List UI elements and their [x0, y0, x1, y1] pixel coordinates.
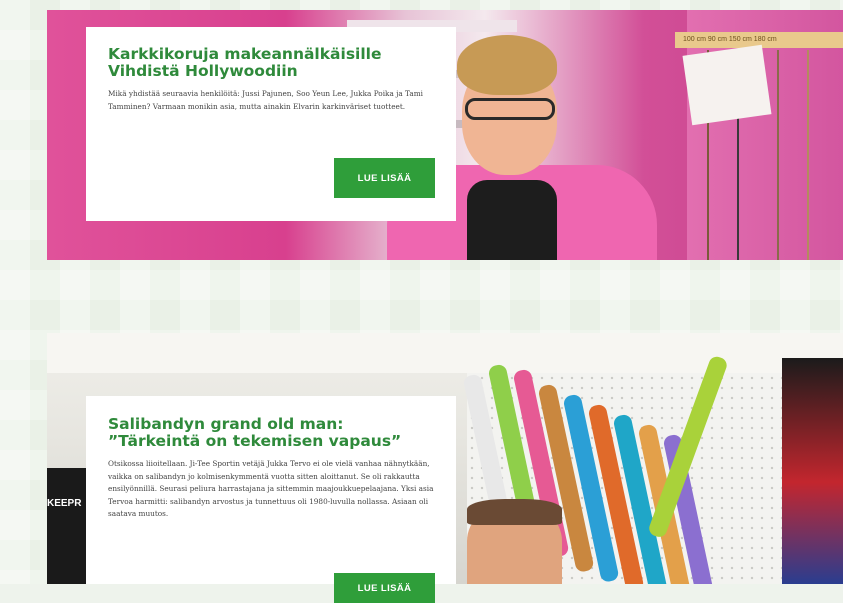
person-hair: [457, 35, 557, 95]
article-excerpt: Mikä yhdistää seuraavia henkilöitä: Juss…: [108, 89, 423, 111]
person-hair: [467, 499, 562, 525]
article-excerpt: Otsikossa liioitellaan. Ji-Tee Sportin v…: [108, 459, 434, 518]
article-card-2: Salibandyn grand old man: ”Tärkeintä on …: [86, 396, 456, 603]
glasses: [465, 98, 555, 120]
article-title[interactable]: Salibandyn grand old man: ”Tärkeintä on …: [108, 416, 434, 450]
read-more-button[interactable]: LUE LISÄÄ: [334, 573, 435, 603]
hanging-jerseys: [782, 358, 843, 584]
printed-shirt: KEEPR: [47, 468, 87, 584]
article-title[interactable]: Karkkikoruja makeannälkäisille Vihdistä …: [108, 46, 434, 80]
hanging-cord: [807, 50, 809, 260]
person-shirt: [467, 180, 557, 260]
handwritten-note: [682, 44, 772, 126]
read-more-button[interactable]: LUE LISÄÄ: [334, 158, 435, 198]
article-card-1: Karkkikoruja makeannälkäisille Vihdistä …: [86, 27, 456, 221]
hanging-cord: [777, 50, 779, 260]
